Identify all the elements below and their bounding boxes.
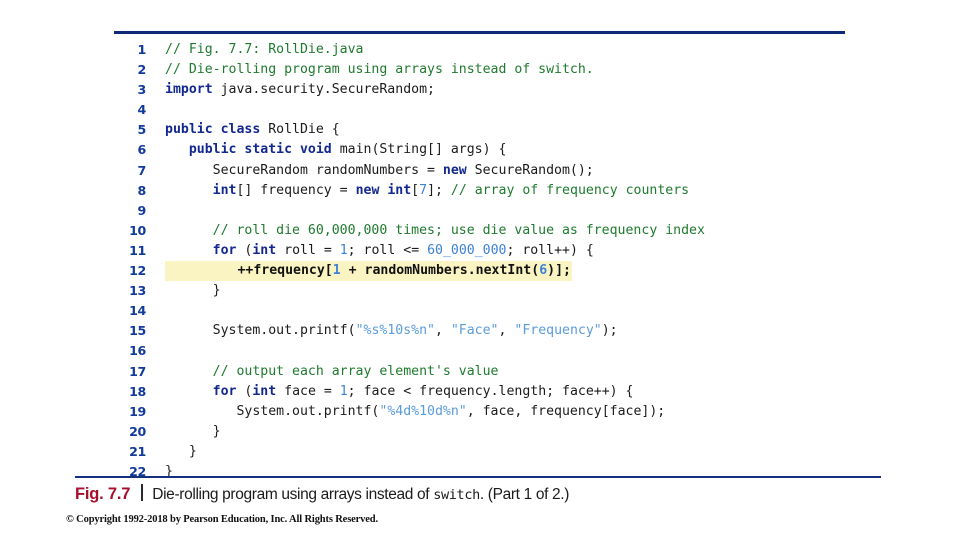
code-line: 4 xyxy=(114,100,914,120)
caption-text: Die-rolling program using arrays instead… xyxy=(152,486,569,504)
code-line: 15 System.out.printf("%s%10s%n", "Face",… xyxy=(114,321,914,341)
code-line: 1 // Fig. 7.7: RollDie.java xyxy=(114,40,914,60)
code-line: 2 // Die-rolling program using arrays in… xyxy=(114,60,914,80)
line-code: System.out.printf("%4d%10d%n", face, fre… xyxy=(165,403,666,419)
line-number: 15 xyxy=(129,323,146,339)
code-line: 8 int[] frequency = new int[7]; // array… xyxy=(114,181,914,201)
line-number: 8 xyxy=(137,182,147,198)
line-number: 3 xyxy=(137,82,147,98)
copyright-notice: © Copyright 1992-2018 by Pearson Educati… xyxy=(66,514,378,525)
code-line: 10 // roll die 60,000,000 times; use die… xyxy=(114,221,914,241)
line-code: public static void main(String[] args) { xyxy=(188,142,507,158)
caption-lead: Die-rolling program using arrays instead… xyxy=(152,486,434,503)
caption-divider xyxy=(141,484,144,501)
figure-label: Fig. 7.7 xyxy=(75,485,131,503)
line-code: System.out.printf("%s%10s%n", "Face", "F… xyxy=(165,323,618,339)
figure-page: 1 // Fig. 7.7: RollDie.java 2 // Die-rol… xyxy=(0,0,960,540)
line-number: 6 xyxy=(137,142,147,158)
line-number: 12 xyxy=(129,263,146,279)
line-number: 1 xyxy=(137,42,147,57)
code-line: 22 } xyxy=(114,462,914,482)
line-code: for (int face = 1; face < frequency.leng… xyxy=(212,383,634,399)
line-number: 22 xyxy=(129,463,146,479)
line-number: 17 xyxy=(129,363,146,379)
caption-rule xyxy=(75,476,881,478)
line-code: import java.security.SecureRandom; xyxy=(165,82,435,98)
code-line: 20 } xyxy=(114,422,914,442)
line-number: 21 xyxy=(129,443,146,459)
line-number: 2 xyxy=(137,62,147,78)
code-line: 21 } xyxy=(114,442,914,462)
listing-top-rule xyxy=(114,31,845,34)
line-number: 18 xyxy=(129,383,146,399)
code-line: 6 public static void main(String[] args)… xyxy=(114,140,914,160)
line-code: } xyxy=(165,283,221,299)
code-line: 7 SecureRandom randomNumbers = new Secur… xyxy=(114,161,914,181)
code-line: 9 xyxy=(114,201,914,221)
line-number: 5 xyxy=(137,122,147,138)
line-code: // roll die 60,000,000 times; use die va… xyxy=(212,222,705,238)
line-code: for (int roll = 1; roll <= 60_000_000; r… xyxy=(212,242,594,258)
caption-keyword: switch xyxy=(433,487,480,503)
code-line: 3 import java.security.SecureRandom; xyxy=(114,80,914,100)
code-line: 18 for (int face = 1; face < frequency.l… xyxy=(114,382,914,402)
code-line: 11 for (int roll = 1; roll <= 60_000_000… xyxy=(114,241,914,261)
code-line: 5 public class RollDie { xyxy=(114,120,914,140)
line-code: } xyxy=(165,443,197,459)
code-line: 13 } xyxy=(114,281,914,301)
code-line: 14 xyxy=(114,301,914,321)
line-code: // output each array element's value xyxy=(212,363,499,379)
line-code: } xyxy=(165,463,173,479)
line-number: 9 xyxy=(137,202,147,218)
line-number: 13 xyxy=(129,283,146,299)
line-number: 19 xyxy=(129,403,146,419)
line-number: 20 xyxy=(129,423,146,439)
line-number: 16 xyxy=(129,343,146,359)
line-number: 7 xyxy=(137,162,147,178)
line-code: int[] frequency = new int[7]; // array o… xyxy=(212,182,690,198)
code-line: 16 xyxy=(114,341,914,361)
caption-part: . (Part 1 of 2.) xyxy=(479,486,570,503)
line-number: 4 xyxy=(137,102,147,118)
line-code: } xyxy=(165,423,221,439)
code-listing: 1 // Fig. 7.7: RollDie.java 2 // Die-rol… xyxy=(114,40,914,482)
line-code: // Fig. 7.7: RollDie.java xyxy=(165,42,364,57)
line-code: SecureRandom randomNumbers = new SecureR… xyxy=(165,162,594,178)
line-code: public class RollDie { xyxy=(165,122,340,138)
line-code: ++frequency[1 + randomNumbers.nextInt(6)… xyxy=(165,261,572,282)
code-line: 17 // output each array element's value xyxy=(114,362,914,382)
line-number: 11 xyxy=(129,242,146,258)
figure-caption: Fig. 7.7 Die-rolling program using array… xyxy=(75,482,905,506)
line-number: 10 xyxy=(129,222,146,238)
code-line-highlighted: 12 ++frequency[1 + randomNumbers.nextInt… xyxy=(114,261,914,282)
line-number: 14 xyxy=(129,303,146,319)
code-line: 19 System.out.printf("%4d%10d%n", face, … xyxy=(114,402,914,422)
line-code: // Die-rolling program using arrays inst… xyxy=(165,62,594,78)
